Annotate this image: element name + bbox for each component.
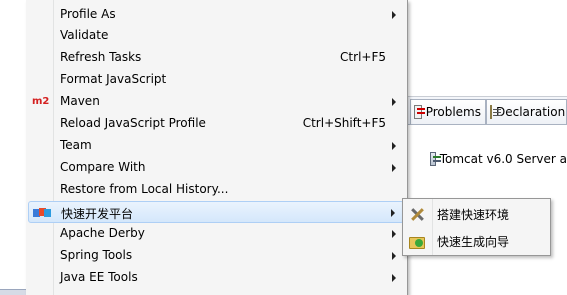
tab-declaration-label: Declaration [496,105,566,119]
menu-item-label: Reload JavaScript Profile [60,116,206,130]
menu-item-label: Refresh Tasks [60,50,142,64]
editor-area [408,0,567,96]
submenu-arrow-icon [391,209,395,217]
menu-item-format-javascript[interactable]: Format JavaScript [28,69,404,91]
tab-problems-label: Problems [425,105,481,119]
menu-item-shortcut: Ctrl+Shift+F5 [302,116,386,130]
wizard-icon [409,233,425,249]
menu-item-spring-tools[interactable]: Spring Tools [28,245,404,267]
maven-m2-icon: m2 [32,96,50,107]
menu-item-team[interactable]: Team [28,135,404,157]
tools-icon [409,206,425,222]
problems-icon [414,105,425,119]
submenu-item-label: 快速生成向导 [437,235,510,249]
menu-item-restore-local-history[interactable]: Restore from Local History... [28,179,404,201]
menu-item-label: Validate [60,28,109,42]
menu-item-label: Profile As [60,7,116,21]
submenu-item-generate-wizard[interactable]: 快速生成向导 [405,229,548,253]
menu-item-maven[interactable]: m2 Maven [28,91,404,113]
tab-declaration[interactable]: Declaration [486,99,567,124]
submenu-arrow-icon [392,164,396,172]
menu-item-compare-with[interactable]: Compare With [28,157,404,179]
menu-item-label: Format JavaScript [60,72,167,86]
submenu-arrow-icon [392,98,396,106]
menu-item-label: Maven [60,94,100,108]
submenu-arrow-icon [392,142,396,150]
context-menu: Profile As Validate Refresh Tasks Ctrl+F… [26,0,408,295]
workbench-status-strip [0,289,26,295]
menu-item-label: Spring Tools [60,248,133,262]
menu-item-profile-as[interactable]: Profile As [28,4,404,26]
menu-item-label: Apache Derby [60,226,145,240]
menu-item-label: Restore from Local History... [60,182,229,196]
menu-item-refresh-tasks[interactable]: Refresh Tasks Ctrl+F5 [28,47,404,69]
menu-item-label: Java EE Tools [60,270,138,284]
menu-item-label: Compare With [60,160,146,174]
submenu-arrow-icon [392,11,396,19]
menu-item-shortcut: Ctrl+F5 [340,50,386,64]
tab-problems[interactable]: Problems [410,99,486,124]
menu-item-java-ee-tools[interactable]: Java EE Tools [28,267,404,289]
submenu-arrow-icon [392,252,396,260]
declaration-icon [490,105,501,119]
menu-item-label: Team [60,138,92,152]
menu-item-rapid-dev-platform[interactable]: 快速开发平台 [28,201,404,223]
submenu-arrow-icon [392,230,396,238]
menu-item-reload-javascript-profile[interactable]: Reload JavaScript Profile Ctrl+Shift+F5 [28,113,404,135]
submenu-arrow-icon [392,274,396,282]
colored-cubes-icon [33,205,51,221]
server-label: Tomcat v6.0 Server a [439,152,567,166]
workbench-left-strip [0,0,26,295]
submenu-item-label: 搭建快速环境 [437,208,510,222]
rapid-dev-submenu: 搭建快速环境 快速生成向导 [402,198,551,256]
menu-item-validate[interactable]: Validate [28,25,404,47]
server-list-item[interactable]: Tomcat v6.0 Server a [430,150,567,168]
submenu-item-setup-environment[interactable]: 搭建快速环境 [405,202,548,226]
menu-item-label: 快速开发平台 [61,207,134,221]
server-icon [430,152,441,166]
menu-item-apache-derby[interactable]: Apache Derby [28,223,404,245]
